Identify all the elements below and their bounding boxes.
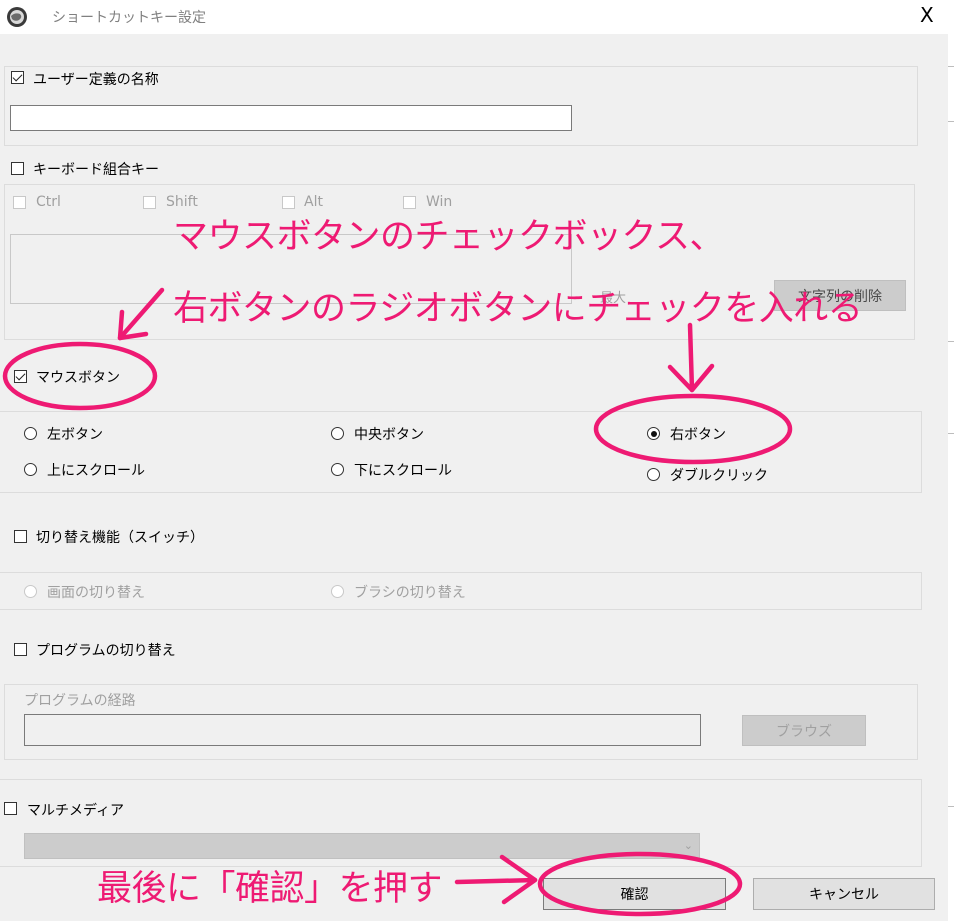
arrow-right-shaft: [687, 322, 695, 393]
annotation-overlay: [2, 287, 793, 917]
arrow-confirm-shaft: [454, 877, 538, 885]
arrow-mouse-shaft: [117, 287, 165, 341]
highlight-ellipse-right-button: [593, 393, 793, 465]
highlight-ellipse-confirm: [537, 851, 743, 917]
highlight-ellipse-mouse: [2, 341, 158, 411]
